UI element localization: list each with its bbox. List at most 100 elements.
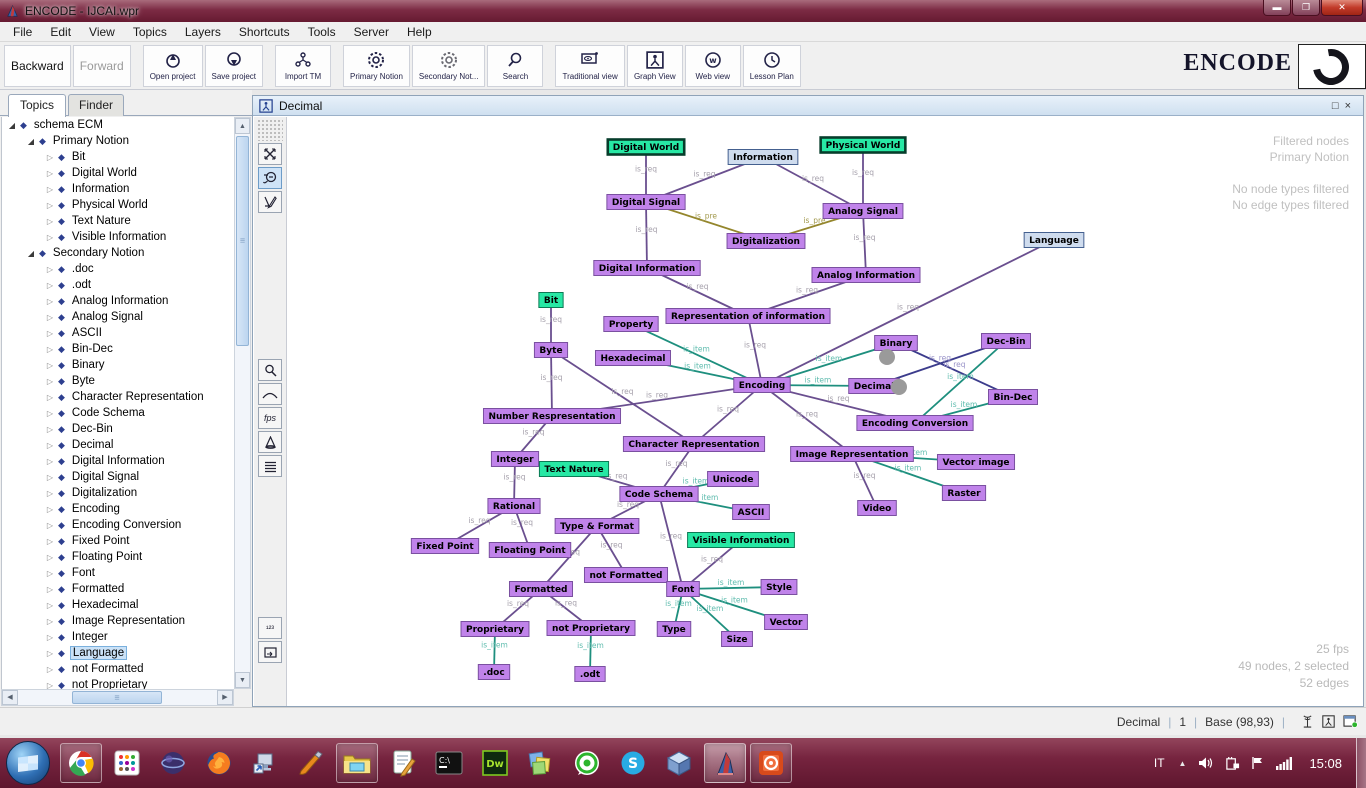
- graph-node-formatted[interactable]: Formatted: [509, 582, 572, 597]
- import-tm-button[interactable]: Import TM: [275, 45, 331, 87]
- tree-item-digital-world[interactable]: ▷◆Digital World: [2, 165, 234, 181]
- volume-icon[interactable]: [1198, 756, 1214, 770]
- graph-node-not_proprietary[interactable]: not Proprietary: [547, 621, 635, 636]
- graph-node-unicode[interactable]: Unicode: [708, 472, 759, 487]
- expand-arrow-icon[interactable]: ▷: [44, 361, 56, 370]
- graph-node-language[interactable]: Language: [1024, 233, 1084, 248]
- tree-item-schema-ecm[interactable]: ◢◆schema ECM: [2, 117, 234, 133]
- tree-item-analog-information[interactable]: ▷◆Analog Information: [2, 293, 234, 309]
- tree-item-primary-notion[interactable]: ◢◆Primary Notion: [2, 133, 234, 149]
- graph-node-rational[interactable]: Rational: [488, 499, 540, 514]
- tab-topics[interactable]: Topics: [8, 94, 66, 117]
- graph-node-dec_bin[interactable]: Dec-Bin: [982, 334, 1031, 349]
- tree-item-odt[interactable]: ▷◆.odt: [2, 277, 234, 293]
- tree-item-integer[interactable]: ▷◆Integer: [2, 629, 234, 645]
- forward-button[interactable]: Forward: [73, 45, 131, 87]
- taskbar-app-firefox[interactable]: [198, 743, 240, 783]
- expand-arrow-icon[interactable]: ▷: [44, 281, 56, 290]
- menu-shortcuts[interactable]: Shortcuts: [230, 23, 299, 41]
- expand-arrow-icon[interactable]: ▷: [44, 441, 56, 450]
- collapse-arrow-icon[interactable]: ◢: [6, 121, 18, 130]
- menu-layers[interactable]: Layers: [176, 23, 230, 41]
- graph-node-type_format[interactable]: Type & Format: [555, 519, 639, 534]
- network-signal-icon[interactable]: [1276, 757, 1292, 770]
- menu-edit[interactable]: Edit: [41, 23, 80, 41]
- tree-item-font[interactable]: ▷◆Font: [2, 565, 234, 581]
- window-status-icon[interactable]: [1343, 715, 1358, 728]
- graph-node-property[interactable]: Property: [604, 317, 658, 332]
- graph-node-byte[interactable]: Byte: [534, 343, 567, 358]
- graph-node-character_representation[interactable]: Character Representation: [623, 437, 764, 452]
- tree-item-not-formatted[interactable]: ▷◆not Formatted: [2, 661, 234, 677]
- expand-arrow-icon[interactable]: ▷: [44, 505, 56, 514]
- action-center-flag-icon[interactable]: [1251, 756, 1265, 770]
- scrollbar-thumb[interactable]: [72, 691, 162, 704]
- graph-node-analog_signal[interactable]: Analog Signal: [823, 204, 903, 219]
- tree-item-doc[interactable]: ▷◆.doc: [2, 261, 234, 277]
- graph-node-representation_of_information[interactable]: Representation of information: [666, 309, 830, 324]
- tree-item-floating-point[interactable]: ▷◆Floating Point: [2, 549, 234, 565]
- graph-node-digital_signal[interactable]: Digital Signal: [607, 195, 685, 210]
- menu-file[interactable]: File: [4, 23, 41, 41]
- lens-button[interactable]: [258, 167, 282, 189]
- graph-node-digital_information[interactable]: Digital Information: [594, 261, 700, 276]
- tree-item-not-proprietary[interactable]: ▷◆not Proprietary: [2, 677, 234, 689]
- tree-item-digital-information[interactable]: ▷◆Digital Information: [2, 453, 234, 469]
- menu-tools[interactable]: Tools: [299, 23, 345, 41]
- tree-item-language[interactable]: ▷◆Language: [2, 645, 234, 661]
- graph-node-binary[interactable]: Binary: [875, 336, 918, 351]
- graph-view-button[interactable]: Graph View: [627, 45, 683, 87]
- toolbar-grip[interactable]: [257, 119, 283, 141]
- open-project-button[interactable]: Open project: [143, 45, 203, 87]
- backward-button[interactable]: Backward: [4, 45, 71, 87]
- collapse-arrow-icon[interactable]: ◢: [25, 249, 37, 258]
- panel-close-icon[interactable]: ×: [1345, 100, 1357, 112]
- expand-arrow-icon[interactable]: ▷: [44, 201, 56, 210]
- expand-arrow-icon[interactable]: ▷: [44, 633, 56, 642]
- expand-arrow-icon[interactable]: ▷: [44, 649, 56, 658]
- tree-item-byte[interactable]: ▷◆Byte: [2, 373, 234, 389]
- expand-arrow-icon[interactable]: ▷: [44, 153, 56, 162]
- graph-node-physical_world[interactable]: Physical World: [821, 138, 906, 153]
- graph-node-ascii[interactable]: ASCII: [733, 505, 770, 520]
- tree-item-bin-dec[interactable]: ▷◆Bin-Dec: [2, 341, 234, 357]
- tray-expand-icon[interactable]: ▲: [1179, 759, 1187, 768]
- graph-node-not_formatted[interactable]: not Formatted: [584, 568, 667, 583]
- expand-arrow-icon[interactable]: ▷: [44, 329, 56, 338]
- tree-item-character-representation[interactable]: ▷◆Character Representation: [2, 389, 234, 405]
- expand-arrow-icon[interactable]: ▷: [44, 169, 56, 178]
- layers-lines-button[interactable]: [258, 455, 282, 477]
- hardware-icon[interactable]: [1225, 756, 1240, 771]
- taskbar-app-greenchat[interactable]: [566, 743, 608, 783]
- graph-node-number_representation[interactable]: Number Respresentation: [483, 409, 620, 424]
- clock[interactable]: 15:08: [1309, 756, 1342, 771]
- menu-topics[interactable]: Topics: [124, 23, 176, 41]
- expand-arrow-icon[interactable]: ▷: [44, 585, 56, 594]
- graph-node-doc[interactable]: .doc: [478, 665, 509, 680]
- taskbar-app-eclipse[interactable]: [152, 743, 194, 783]
- tree-item-analog-signal[interactable]: ▷◆Analog Signal: [2, 309, 234, 325]
- zoom-button[interactable]: [258, 359, 282, 381]
- taskbar-app-dreamweaver[interactable]: Dw: [474, 743, 516, 783]
- menu-server[interactable]: Server: [345, 23, 398, 41]
- graph-node-information[interactable]: Information: [728, 150, 798, 165]
- expand-arrow-icon[interactable]: ▷: [44, 313, 56, 322]
- graph-node-size[interactable]: Size: [722, 632, 753, 647]
- tab-finder[interactable]: Finder: [68, 94, 124, 116]
- expand-arrow-icon[interactable]: ▷: [44, 425, 56, 434]
- taskbar-app-skype[interactable]: S: [612, 743, 654, 783]
- graph-node-analog_information[interactable]: Analog Information: [812, 268, 920, 283]
- expand-arrow-icon[interactable]: ▷: [44, 217, 56, 226]
- graph-node-integer[interactable]: Integer: [491, 452, 538, 467]
- cone-button[interactable]: [258, 431, 282, 453]
- tree-item-encoding[interactable]: ▷◆Encoding: [2, 501, 234, 517]
- graph-mode-icon[interactable]: [1322, 715, 1335, 728]
- tree-item-binary[interactable]: ▷◆Binary: [2, 357, 234, 373]
- graph-node-vector[interactable]: Vector: [765, 615, 808, 630]
- tree-horizontal-scrollbar[interactable]: ◀ ▶: [1, 689, 234, 706]
- tree-item-bit[interactable]: ▷◆Bit: [2, 149, 234, 165]
- tree-item-dec-bin[interactable]: ▷◆Dec-Bin: [2, 421, 234, 437]
- secondary-not-button[interactable]: Secondary Not...: [412, 45, 486, 87]
- save-project-button[interactable]: Save project: [205, 45, 263, 87]
- taskbar-app-grid[interactable]: [106, 743, 148, 783]
